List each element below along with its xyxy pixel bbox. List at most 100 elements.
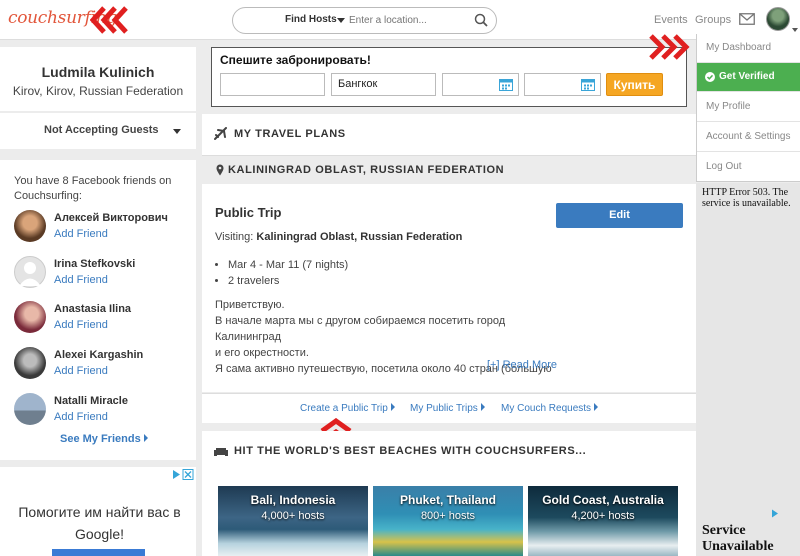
- caret-right-icon: [594, 403, 599, 411]
- read-more-link[interactable]: [+] Read More: [487, 359, 557, 371]
- beach-name: Phuket, Thailand: [399, 493, 496, 507]
- friend-avatar-placeholder[interactable]: [14, 256, 46, 288]
- edit-trip-button[interactable]: Edit: [556, 203, 683, 228]
- adchoices-icon[interactable]: [771, 509, 779, 518]
- red-chevrons-left-icon: [90, 6, 128, 34]
- beach-tile-gold-coast[interactable]: Gold Coast, Australia 4,200+ hosts: [528, 486, 678, 556]
- my-couch-requests-link[interactable]: My Couch Requests: [501, 403, 599, 414]
- trip-card: Public Trip Edit Visiting: Kaliningrad O…: [202, 184, 696, 392]
- chevron-down-icon: [173, 129, 181, 134]
- menu-item-my-dashboard[interactable]: My Dashboard: [697, 34, 800, 63]
- friend-name[interactable]: Anastasia Ilina: [54, 303, 131, 315]
- see-my-friends-label: See My Friends: [60, 433, 141, 445]
- location-search-input[interactable]: [349, 11, 474, 30]
- beach-name: Bali, Indonesia: [250, 493, 336, 507]
- booking-from-input[interactable]: [220, 73, 325, 96]
- nav-events[interactable]: Events: [654, 14, 688, 26]
- friend-item: Natalli Miracle Add Friend: [14, 393, 194, 427]
- calendar-icon[interactable]: [499, 78, 513, 91]
- beach-tile-phuket[interactable]: Phuket, Thailand 800+ hosts: [373, 486, 523, 556]
- buy-button[interactable]: Купить: [606, 73, 663, 96]
- menu-item-get-verified[interactable]: Get Verified: [697, 63, 800, 92]
- visiting-value: Kaliningrad Oblast, Russian Federation: [256, 231, 463, 243]
- caret-right-icon: [390, 403, 395, 411]
- add-friend-link[interactable]: Add Friend: [54, 411, 108, 423]
- error-ad-panel: HTTP Error 503. The service is unavailab…: [696, 183, 800, 556]
- menu-item-my-profile[interactable]: My Profile: [697, 93, 800, 122]
- add-friend-link[interactable]: Add Friend: [54, 319, 108, 331]
- trip-details: Mar 4 - Mar 11 (7 nights) 2 travelers: [228, 257, 348, 289]
- error-message: HTTP Error 503. The service is unavailab…: [702, 187, 791, 209]
- trip-location-title: KALININGRAD OBLAST, RUSSIAN FEDERATION: [228, 164, 505, 176]
- caret-right-icon: [480, 403, 485, 411]
- booking-title: Спешите забронировать!: [220, 53, 371, 67]
- google-ad: Помогите им найти вас в Google!: [0, 467, 196, 556]
- add-friend-link[interactable]: Add Friend: [54, 228, 108, 240]
- couch-icon: [214, 448, 228, 456]
- search-mode-select[interactable]: Find Hosts: [285, 14, 337, 25]
- visiting-label: Visiting:: [215, 231, 254, 243]
- travel-plans-header: MY TRAVEL PLANS: [202, 114, 696, 155]
- user-avatar[interactable]: [766, 7, 790, 31]
- beach-hosts: 4,000+ hosts: [261, 510, 325, 522]
- beach-tile-bali[interactable]: Bali, Indonesia 4,000+ hosts: [218, 486, 368, 556]
- friend-item: Anastasia Ilina Add Friend: [14, 301, 194, 335]
- profile-name[interactable]: Ludmila Kulinich: [0, 64, 196, 80]
- friend-name[interactable]: Алексей Викторович: [54, 212, 168, 224]
- calendar-icon[interactable]: [581, 78, 595, 91]
- booking-checkout-date[interactable]: [524, 73, 601, 96]
- friends-intro: You have 8 Facebook friends on Couchsurf…: [14, 175, 172, 202]
- friend-avatar[interactable]: [14, 393, 46, 425]
- map-pin-icon: [216, 164, 224, 176]
- friend-avatar[interactable]: [14, 301, 46, 333]
- menu-item-account-settings[interactable]: Account & Settings: [697, 123, 800, 152]
- friend-item: Irina Stefkovski Add Friend: [14, 256, 194, 290]
- menu-item-log-out[interactable]: Log Out: [697, 153, 800, 182]
- trip-title[interactable]: Public Trip: [215, 205, 281, 220]
- booking-to-input[interactable]: Бангкок: [331, 73, 436, 96]
- chevron-down-icon[interactable]: [337, 18, 345, 23]
- nav-groups[interactable]: Groups: [695, 14, 731, 26]
- friend-name[interactable]: Irina Stefkovski: [54, 258, 135, 270]
- ad-cta-button[interactable]: [52, 549, 145, 556]
- beaches-title: HIT THE WORLD'S BEST BEACHES WITH COUCHS…: [234, 445, 587, 457]
- see-my-friends-link[interactable]: See My Friends: [60, 433, 148, 445]
- friend-avatar[interactable]: [14, 347, 46, 379]
- beach-hosts: 800+ hosts: [420, 510, 476, 522]
- service-unavailable-message: Service Unavailable: [702, 523, 774, 554]
- friend-name[interactable]: Natalli Miracle: [54, 395, 128, 407]
- trip-location-header: KALININGRAD OBLAST, RUSSIAN FEDERATION: [202, 155, 696, 183]
- adchoices-close-icon[interactable]: [170, 469, 194, 480]
- airplane-icon: [214, 127, 227, 140]
- add-friend-link[interactable]: Add Friend: [54, 365, 108, 377]
- profile-location: Kirov, Kirov, Russian Federation: [12, 84, 184, 98]
- travel-plans-title: MY TRAVEL PLANS: [234, 128, 346, 140]
- create-public-trip-link[interactable]: Create a Public Trip: [300, 403, 395, 414]
- friend-item: Alexei Kargashin Add Friend: [14, 347, 194, 381]
- my-couch-requests-label: My Couch Requests: [501, 403, 592, 414]
- friend-avatar[interactable]: [14, 210, 46, 242]
- trip-description-line: Приветствую.: [215, 299, 285, 311]
- create-public-trip-label: Create a Public Trip: [300, 403, 388, 414]
- trip-links-bar: Create a Public Trip My Public Trips My …: [202, 393, 696, 423]
- caret-right-icon: [143, 434, 148, 442]
- trip-description-line: В начале марта мы с другом собираемся по…: [215, 315, 506, 343]
- check-circle-icon: [705, 72, 715, 82]
- search-icon[interactable]: [474, 13, 488, 27]
- trip-visiting: Visiting: Kaliningrad Oblast, Russian Fe…: [215, 231, 462, 243]
- chevron-down-icon[interactable]: [792, 28, 798, 32]
- mail-icon[interactable]: [739, 13, 755, 25]
- beach-hosts: 4,200+ hosts: [571, 510, 635, 522]
- booking-checkin-date[interactable]: [442, 73, 519, 96]
- my-public-trips-link[interactable]: My Public Trips: [410, 403, 485, 414]
- search-bar: Find Hosts: [232, 7, 497, 34]
- booking-widget: Спешите забронировать! Бангкок Купить: [211, 47, 687, 107]
- profile-card: Ludmila Kulinich Kirov, Kirov, Russian F…: [0, 47, 196, 111]
- add-friend-link[interactable]: Add Friend: [54, 274, 108, 286]
- ad-text[interactable]: Помогите им найти вас в Google!: [12, 501, 187, 545]
- hosting-status-select[interactable]: Not Accepting Guests: [0, 113, 196, 149]
- beaches-section: HIT THE WORLD'S BEST BEACHES WITH COUCHS…: [202, 431, 696, 556]
- account-dropdown-menu: My Dashboard Get Verified My Profile Acc…: [696, 34, 800, 182]
- friend-name[interactable]: Alexei Kargashin: [54, 349, 143, 361]
- friend-item: Алексей Викторович Add Friend: [14, 210, 194, 244]
